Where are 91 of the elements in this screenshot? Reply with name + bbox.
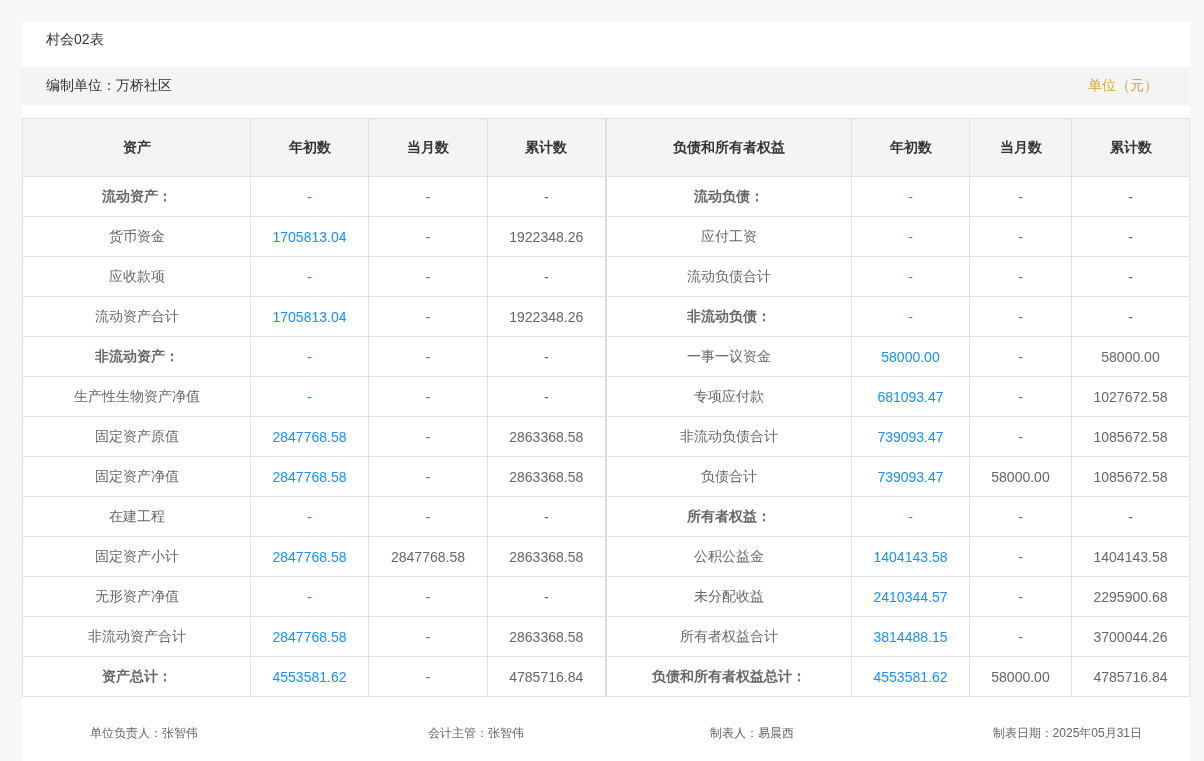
table-cell: - <box>368 256 488 297</box>
value-link[interactable]: - <box>307 348 312 365</box>
table-cell: - <box>969 216 1072 257</box>
table-cell: - <box>368 496 488 537</box>
section-heading-cell: 资产总计： <box>22 656 251 697</box>
table-cell: 2847768.58 <box>368 536 488 577</box>
table-cell: 应收款项 <box>22 256 251 297</box>
column-header: 当月数 <box>368 118 488 177</box>
table-cell: 未分配收益 <box>605 576 852 617</box>
section-heading-cell: 流动负债： <box>605 176 852 217</box>
table-cell: - <box>368 216 488 257</box>
table-cell: 无形资产净值 <box>22 576 251 617</box>
column-header: 累计数 <box>487 118 606 177</box>
section-heading-cell: 非流动负债： <box>605 296 852 337</box>
table-cell: 1085672.58 <box>1071 456 1190 497</box>
table-cell: 应付工资 <box>605 216 852 257</box>
table-cell: - <box>368 656 488 697</box>
table-cell: 非流动资产合计 <box>22 616 251 657</box>
column-header: 资产 <box>22 118 251 177</box>
table-cell: 1085672.58 <box>1071 416 1190 457</box>
table-cell: - <box>1071 496 1190 537</box>
report-title: 村会02表 <box>46 31 104 47</box>
table-cell: 1404143.58 <box>1071 536 1190 577</box>
table-cell: - <box>368 176 488 217</box>
table-cell: 公积公益金 <box>605 536 852 577</box>
value-link[interactable]: - <box>908 228 913 245</box>
column-header: 当月数 <box>969 118 1072 177</box>
table-cell: 流动负债合计 <box>605 256 852 297</box>
table-cell: 生产性生物资产净值 <box>22 376 251 417</box>
value-link[interactable]: - <box>908 188 913 205</box>
table-cell: - <box>969 576 1072 617</box>
table-cell: - <box>969 536 1072 577</box>
table-cell: - <box>969 176 1072 217</box>
section-heading-cell: 所有者权益： <box>605 496 852 537</box>
table-cell: - <box>969 616 1072 657</box>
table-cell: - <box>969 296 1072 337</box>
signature-text: 单位负责人：张智伟 <box>89 725 198 742</box>
table-cell: - <box>368 296 488 337</box>
value-link[interactable]: - <box>908 308 913 325</box>
table-cell: - <box>1071 216 1190 257</box>
column-header: 年初数 <box>851 118 970 177</box>
table-cell: - <box>1071 296 1190 337</box>
section-heading-cell: 负债和所有者权益总计： <box>605 656 852 697</box>
table-cell: - <box>969 496 1072 537</box>
section-heading-cell: 流动资产： <box>22 176 251 217</box>
column-header: 累计数 <box>1071 118 1190 177</box>
column-header: 负债和所有者权益 <box>605 118 852 177</box>
table-cell: 所有者权益合计 <box>605 616 852 657</box>
table-cell: 固定资产小计 <box>22 536 251 577</box>
table-cell: 负债合计 <box>605 456 852 497</box>
signature-text: 制表人：易晨西 <box>710 725 794 742</box>
value-link[interactable]: - <box>307 588 312 605</box>
table-cell: - <box>1071 256 1190 297</box>
table-cell: 3700044.26 <box>1071 616 1190 657</box>
currency-label: 单位（元） <box>1088 77 1158 95</box>
signature-text: 会计主管：张智伟 <box>428 725 524 742</box>
table-cell: - <box>368 456 488 497</box>
table-cell: 专项应付款 <box>605 376 852 417</box>
table-cell: - <box>1071 176 1190 217</box>
table-cell: - <box>368 416 488 457</box>
table-cell: - <box>368 576 488 617</box>
table-cell: 1027672.58 <box>1071 376 1190 417</box>
table-cell: 货币资金 <box>22 216 251 257</box>
table-cell: - <box>969 416 1072 457</box>
table-cell: 固定资产原值 <box>22 416 251 457</box>
table-cell: - <box>969 376 1072 417</box>
table-cell: - <box>969 336 1072 377</box>
table-cell: - <box>969 256 1072 297</box>
table-cell: - <box>368 616 488 657</box>
table-cell: 非流动负债合计 <box>605 416 852 457</box>
table-cell: 在建工程 <box>22 496 251 537</box>
signature-text: 制表日期：2025年05月31日 <box>992 725 1143 742</box>
table-cell: 58000.00 <box>969 456 1072 497</box>
table-cell: - <box>368 336 488 377</box>
value-link[interactable]: - <box>307 508 312 525</box>
table-cell: 一事一议资金 <box>605 336 852 377</box>
table-cell: 固定资产净值 <box>22 456 251 497</box>
table-cell: 2295900.68 <box>1071 576 1190 617</box>
unit-label: 编制单位：万桥社区 <box>46 77 172 95</box>
table-cell: 58000.00 <box>1071 336 1190 377</box>
column-header: 年初数 <box>250 118 369 177</box>
table-cell: 58000.00 <box>969 656 1072 697</box>
value-link[interactable]: - <box>307 188 312 205</box>
section-heading-cell: 非流动资产： <box>22 336 251 377</box>
value-link[interactable]: - <box>908 268 913 285</box>
value-link[interactable]: - <box>908 508 913 525</box>
value-link[interactable]: - <box>307 268 312 285</box>
table-cell: 流动资产合计 <box>22 296 251 337</box>
value-link[interactable]: - <box>307 388 312 405</box>
table-cell: - <box>368 376 488 417</box>
table-cell: 4785716.84 <box>1071 656 1190 697</box>
